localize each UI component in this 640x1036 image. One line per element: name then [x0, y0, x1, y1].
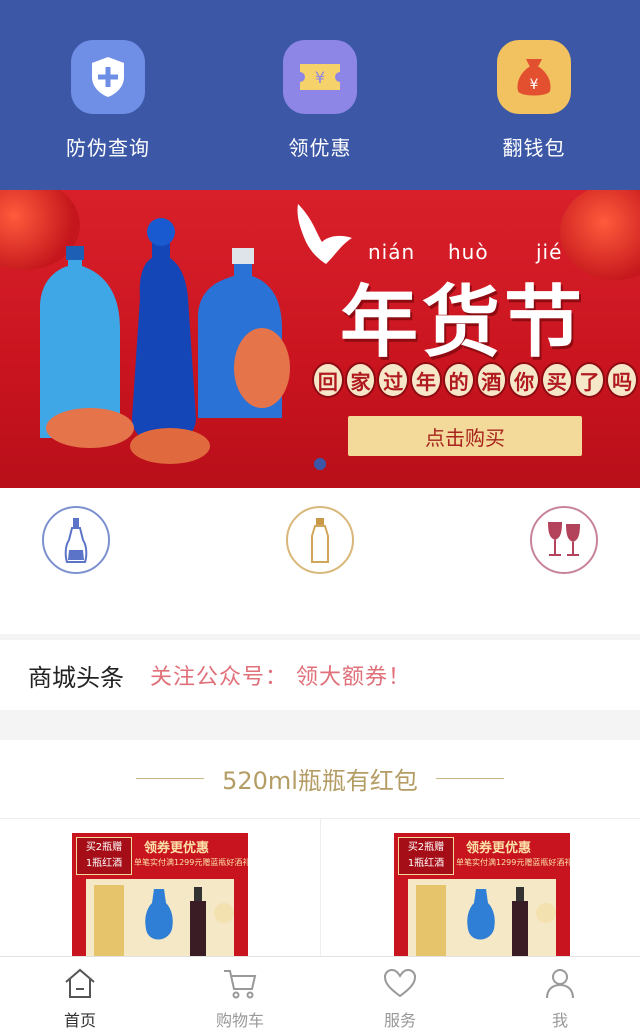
tab-label: 我	[551, 1011, 568, 1030]
tab-me[interactable]: 我	[500, 965, 620, 1031]
promo-head: 领券更优惠	[144, 841, 210, 856]
quick-action-label: 翻钱包	[502, 136, 566, 160]
quick-action-label: 领优惠	[288, 136, 352, 160]
tab-home[interactable]: 首页	[20, 965, 140, 1031]
badge-line: 1瓶红酒	[85, 858, 123, 869]
slogan-char: 买	[540, 362, 573, 398]
quick-action-label: 防伪查询	[66, 136, 150, 160]
svg-text:¥: ¥	[530, 77, 539, 93]
news-headline[interactable]: 商城头条 关注公众号： 领大额券！	[0, 640, 640, 710]
banner-slogan: 回 家 过 年 的 酒 你 买 了 吗	[312, 362, 639, 402]
decor-line	[435, 777, 504, 779]
headline-title: 商城头条	[28, 663, 124, 692]
slogan-char: 过	[377, 362, 410, 398]
shield-plus-icon	[71, 40, 145, 114]
tab-cart[interactable]: 购物车	[180, 965, 300, 1031]
promo-badge: 买2瓶赠 1瓶红酒	[398, 837, 454, 875]
promo-head: 领券更优惠	[466, 841, 532, 856]
slogan-char: 了	[573, 362, 606, 398]
baijiu-bottle-icon	[64, 518, 88, 563]
product-image	[86, 879, 234, 957]
buy-now-button[interactable]: 点击购买	[348, 416, 582, 456]
heart-icon	[340, 965, 460, 1001]
section-title: 520ml瓶瓶有红包	[222, 766, 418, 795]
category-red-wine[interactable]	[530, 506, 598, 574]
carousel-indicator[interactable]	[314, 458, 326, 470]
grid-divider	[320, 819, 321, 957]
section-header: 520ml瓶瓶有红包	[0, 740, 640, 816]
yellow-wine-bottle-icon	[311, 518, 329, 563]
section-divider	[0, 710, 640, 740]
slogan-char: 年	[410, 362, 442, 398]
tab-service[interactable]: 服务	[340, 965, 460, 1031]
home-icon	[20, 965, 140, 1001]
tab-label: 服务	[383, 1011, 416, 1030]
tab-label: 首页	[63, 1011, 96, 1030]
user-icon	[500, 965, 620, 1001]
quick-action-wallet[interactable]: ¥ 翻钱包	[464, 40, 604, 161]
banner-title: 年货节	[340, 277, 587, 368]
product-image	[408, 879, 556, 957]
decor-line	[136, 777, 205, 779]
top-header: 防伪查询 ¥ 领优惠 ¥ 翻钱包	[0, 0, 640, 190]
liquor-bottles-illustration	[40, 218, 290, 464]
quick-action-anti-counterfeit[interactable]: 防伪查询	[38, 40, 178, 161]
promo-badge: 买2瓶赠 1瓶红酒	[76, 837, 132, 875]
headline-text[interactable]: 关注公众号： 领大额券！	[150, 659, 411, 691]
tab-label: 购物车	[215, 1011, 264, 1030]
bottom-tab-bar: 首页 购物车 服务 我	[0, 956, 640, 1036]
money-bag-icon: ¥	[497, 40, 571, 114]
category-yellow-wine[interactable]	[286, 506, 354, 574]
product-grid: 买2瓶赠 1瓶红酒 领券更优惠 单笔实付满1299元赠蓝瓶好酒礼盒 买2瓶赠 1…	[0, 818, 640, 957]
cart-icon	[180, 965, 300, 1001]
slogan-char: 回	[312, 362, 344, 398]
slogan-char: 吗	[606, 362, 639, 398]
coupon-icon: ¥	[283, 40, 357, 114]
badge-line: 1瓶红酒	[407, 858, 445, 869]
slogan-char: 酒	[475, 362, 508, 398]
slogan-char: 的	[442, 362, 475, 398]
badge-line: 买2瓶赠	[407, 842, 445, 853]
slogan-char: 家	[344, 362, 377, 398]
category-row	[0, 488, 640, 634]
product-card[interactable]: 买2瓶赠 1瓶红酒 领券更优惠 单笔实付满1299元赠蓝瓶好酒礼盒	[72, 833, 248, 957]
promo-sub: 单笔实付满1299元赠蓝瓶好酒礼盒	[456, 858, 570, 867]
red-wine-glasses-icon	[548, 522, 580, 556]
product-card[interactable]: 买2瓶赠 1瓶红酒 领券更优惠 单笔实付满1299元赠蓝瓶好酒礼盒	[394, 833, 570, 957]
promo-sub: 单笔实付满1299元赠蓝瓶好酒礼盒	[134, 858, 248, 867]
promo-banner[interactable]: nián huò jié 年货节 回 家 过 年 的 酒 你 买 了 吗 点击购…	[0, 190, 640, 488]
svg-text:¥: ¥	[315, 68, 325, 87]
slogan-char: 你	[508, 362, 540, 398]
category-baijiu[interactable]	[42, 506, 110, 574]
quick-action-coupon[interactable]: ¥ 领优惠	[250, 40, 390, 161]
badge-line: 买2瓶赠	[85, 842, 123, 853]
